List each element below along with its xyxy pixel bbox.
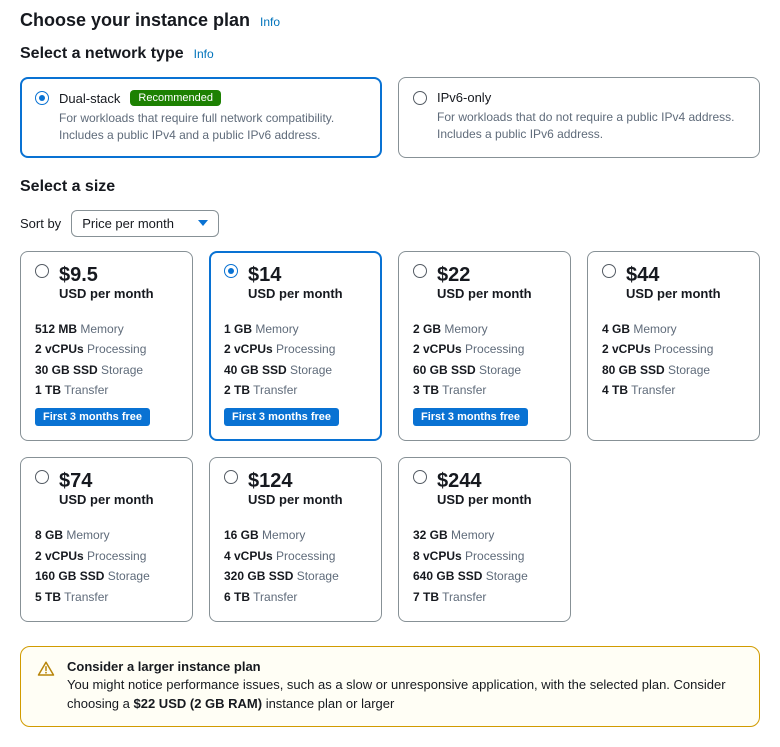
- plan-price: $124: [248, 470, 293, 492]
- promo-badge: First 3 months free: [224, 408, 339, 426]
- plan-spec-storage: 320 GB SSD Storage: [224, 566, 367, 586]
- warning-content: Consider a larger instance plan You migh…: [67, 659, 743, 714]
- radio-icon[interactable]: [35, 470, 49, 484]
- plan-price-sub: USD per month: [248, 492, 367, 507]
- plan-spec-memory: 4 GB Memory: [602, 319, 745, 339]
- choose-plan-heading: Choose your instance plan Info: [20, 10, 760, 31]
- plan-price-sub: USD per month: [59, 286, 178, 301]
- sort-row: Sort by Price per month: [20, 210, 760, 237]
- promo-badge: First 3 months free: [413, 408, 528, 426]
- plan-price-sub: USD per month: [437, 492, 556, 507]
- plan-price: $44: [626, 264, 659, 286]
- warning-title: Consider a larger instance plan: [67, 659, 743, 674]
- plan-card-0[interactable]: $9.5USD per month 512 MB Memory2 vCPUs Pr…: [20, 251, 193, 442]
- network-type-title: Select a network type: [20, 45, 184, 63]
- plan-spec-cpu: 2 vCPUs Processing: [602, 339, 745, 359]
- plan-price-sub: USD per month: [248, 286, 367, 301]
- warning-body-bold: $22 USD (2 GB RAM): [134, 696, 263, 711]
- plan-spec-storage: 40 GB SSD Storage: [224, 360, 367, 380]
- plan-spec-storage: 30 GB SSD Storage: [35, 360, 178, 380]
- plan-spec-transfer: 7 TB Transfer: [413, 587, 556, 607]
- plan-spec-cpu: 2 vCPUs Processing: [224, 339, 367, 359]
- plan-head: $244: [413, 470, 556, 492]
- plan-spec-cpu: 2 vCPUs Processing: [413, 339, 556, 359]
- warning-body-post: instance plan or larger: [262, 696, 394, 711]
- plan-card-5[interactable]: $124USD per month 16 GB Memory4 vCPUs Pro…: [209, 457, 382, 622]
- plan-spec-memory: 8 GB Memory: [35, 525, 178, 545]
- network-option-head: IPv6-only: [413, 90, 745, 105]
- plan-card-2[interactable]: $22USD per month 2 GB Memory2 vCPUs Proce…: [398, 251, 571, 442]
- network-option-desc: For workloads that do not require a publ…: [437, 109, 745, 144]
- plan-card-1[interactable]: $14USD per month 1 GB Memory2 vCPUs Proce…: [209, 251, 382, 442]
- plan-price: $14: [248, 264, 281, 286]
- plan-card-6[interactable]: $244USD per month 32 GB Memory8 vCPUs Pro…: [398, 457, 571, 622]
- plan-card-4[interactable]: $74USD per month 8 GB Memory2 vCPUs Proce…: [20, 457, 193, 622]
- plan-head: $124: [224, 470, 367, 492]
- plan-spec-cpu: 8 vCPUs Processing: [413, 546, 556, 566]
- plan-spec-memory: 1 GB Memory: [224, 319, 367, 339]
- sort-label: Sort by: [20, 216, 61, 231]
- plan-spec-transfer: 6 TB Transfer: [224, 587, 367, 607]
- network-option-name: Dual-stack: [59, 91, 120, 106]
- plan-spec-memory: 2 GB Memory: [413, 319, 556, 339]
- plan-price: $244: [437, 470, 482, 492]
- choose-plan-title: Choose your instance plan: [20, 10, 250, 31]
- plan-spec-transfer: 1 TB Transfer: [35, 380, 178, 400]
- plan-price-sub: USD per month: [59, 492, 178, 507]
- plan-spec-transfer: 5 TB Transfer: [35, 587, 178, 607]
- promo-badge: First 3 months free: [35, 408, 150, 426]
- plan-head: $44: [602, 264, 745, 286]
- plan-spec-memory: 16 GB Memory: [224, 525, 367, 545]
- warning-box: Consider a larger instance plan You migh…: [20, 646, 760, 727]
- network-option-name: IPv6-only: [437, 90, 491, 105]
- network-option-desc: For workloads that require full network …: [59, 110, 367, 145]
- plan-head: $14: [224, 264, 367, 286]
- network-options: Dual-stack Recommended For workloads that …: [20, 77, 760, 158]
- plan-spec-transfer: 3 TB Transfer: [413, 380, 556, 400]
- radio-icon[interactable]: [224, 264, 238, 278]
- plan-head: $74: [35, 470, 178, 492]
- network-option-head: Dual-stack Recommended: [35, 90, 367, 106]
- plan-price: $9.5: [59, 264, 98, 286]
- recommended-badge: Recommended: [130, 90, 221, 106]
- choose-plan-info-link[interactable]: Info: [260, 15, 280, 29]
- plan-price: $22: [437, 264, 470, 286]
- radio-icon[interactable]: [413, 91, 427, 105]
- plan-spec-storage: 640 GB SSD Storage: [413, 566, 556, 586]
- radio-icon[interactable]: [413, 264, 427, 278]
- network-option-dual[interactable]: Dual-stack Recommended For workloads that …: [20, 77, 382, 158]
- plan-spec-transfer: 2 TB Transfer: [224, 380, 367, 400]
- plan-spec-memory: 32 GB Memory: [413, 525, 556, 545]
- radio-icon[interactable]: [413, 470, 427, 484]
- plan-price: $74: [59, 470, 92, 492]
- select-size-title: Select a size: [20, 178, 115, 196]
- network-option-ipv6[interactable]: IPv6-only For workloads that do not requi…: [398, 77, 760, 158]
- radio-icon[interactable]: [224, 470, 238, 484]
- plan-spec-cpu: 2 vCPUs Processing: [35, 339, 178, 359]
- plan-spec-transfer: 4 TB Transfer: [602, 380, 745, 400]
- plan-head: $22: [413, 264, 556, 286]
- plan-head: $9.5: [35, 264, 178, 286]
- radio-icon[interactable]: [602, 264, 616, 278]
- plan-price-sub: USD per month: [626, 286, 745, 301]
- plan-price-sub: USD per month: [437, 286, 556, 301]
- caret-down-icon: [198, 220, 208, 226]
- warning-body: You might notice performance issues, suc…: [67, 676, 743, 714]
- sort-select[interactable]: Price per month: [71, 210, 219, 237]
- plan-spec-storage: 80 GB SSD Storage: [602, 360, 745, 380]
- plan-spec-cpu: 2 vCPUs Processing: [35, 546, 178, 566]
- radio-icon[interactable]: [35, 91, 49, 105]
- plan-spec-storage: 160 GB SSD Storage: [35, 566, 178, 586]
- select-size-heading: Select a size: [20, 178, 760, 196]
- plans-grid: $9.5USD per month512 MB Memory2 vCPUs Pr…: [20, 251, 760, 622]
- plan-spec-storage: 60 GB SSD Storage: [413, 360, 556, 380]
- sort-select-value: Price per month: [82, 216, 174, 231]
- plan-card-3[interactable]: $44USD per month 4 GB Memory2 vCPUs Proce…: [587, 251, 760, 442]
- network-type-info-link[interactable]: Info: [194, 47, 214, 61]
- plan-spec-cpu: 4 vCPUs Processing: [224, 546, 367, 566]
- radio-icon[interactable]: [35, 264, 49, 278]
- plan-spec-memory: 512 MB Memory: [35, 319, 178, 339]
- network-type-heading: Select a network type Info: [20, 45, 760, 63]
